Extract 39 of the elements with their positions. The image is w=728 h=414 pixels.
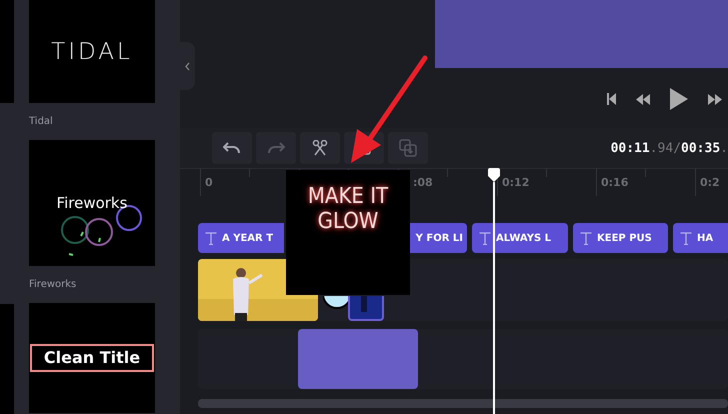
skip-back-icon[interactable] (606, 93, 616, 105)
undo-icon (223, 142, 241, 154)
text-clip[interactable]: Y FOR LI (408, 223, 467, 253)
playhead-handle[interactable] (487, 168, 501, 182)
time-marker: 0:16 (601, 176, 628, 189)
template-card[interactable]: Fireworks (29, 140, 155, 266)
scrollbar[interactable] (198, 399, 728, 408)
template-title: TIDAL (51, 38, 133, 64)
text-icon (580, 232, 592, 244)
time-marker: 0:2 (700, 176, 720, 189)
time-display: 00:11.94/00:35. (610, 140, 728, 156)
dragged-template[interactable]: MAKE IT GLOW (286, 170, 410, 295)
text-clip[interactable]: A YEAR T (198, 223, 284, 253)
time-marker: 0 (205, 176, 213, 189)
rewind-icon[interactable] (636, 94, 650, 104)
fast-forward-icon[interactable] (708, 94, 722, 104)
audio-clip[interactable] (298, 329, 418, 389)
chevron-left-icon (185, 62, 190, 70)
text-clip[interactable]: HA (673, 223, 728, 253)
scissors-icon (312, 140, 328, 156)
time-marker: :08 (413, 176, 433, 189)
text-clip[interactable]: ALWAYS L (472, 223, 568, 253)
template-card[interactable]: TIDAL (29, 0, 155, 103)
scissors-button[interactable] (300, 132, 340, 164)
collapse-handle[interactable] (180, 42, 195, 90)
undo-button[interactable] (212, 132, 252, 164)
time-marker: 0:12 (502, 176, 530, 189)
redo-icon (267, 142, 285, 154)
template-label: Tidal (29, 116, 53, 127)
template-title: Fireworks (56, 194, 128, 212)
play-icon[interactable] (670, 88, 688, 110)
template-title: Clean Title (30, 344, 154, 372)
text-icon (680, 232, 692, 244)
text-icon (205, 232, 217, 244)
duplicate-icon (399, 139, 417, 157)
template-card[interactable]: Clean Title (29, 303, 155, 413)
template-label: Fireworks (29, 279, 76, 290)
text-icon (479, 232, 491, 244)
text-clip[interactable]: KEEP PUS (573, 223, 668, 253)
